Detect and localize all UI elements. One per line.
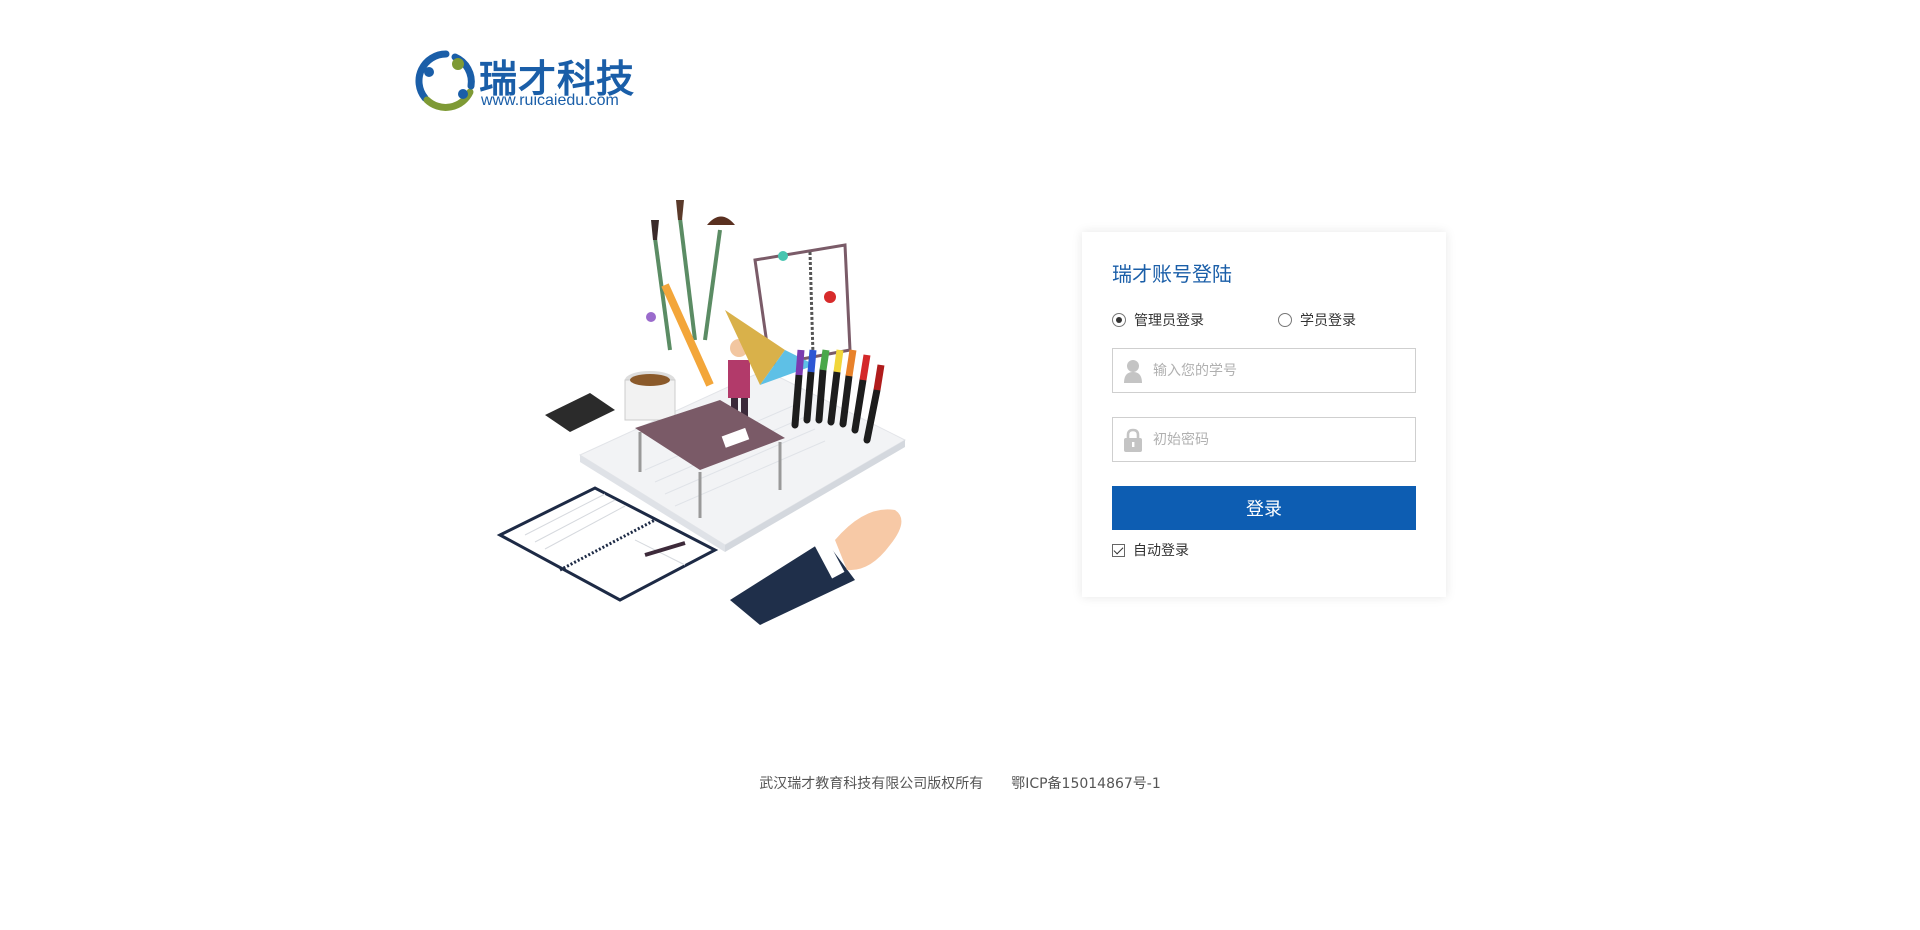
lock-icon xyxy=(1113,418,1153,461)
role-admin-label: 管理员登录 xyxy=(1134,313,1204,329)
auto-login-label: 自动登录 xyxy=(1133,543,1189,559)
role-student-label: 学员登录 xyxy=(1300,313,1356,329)
username-field xyxy=(1112,348,1416,393)
hero-illustration xyxy=(496,200,907,625)
user-icon xyxy=(1113,349,1153,392)
footer-icp: 鄂ICP备15014867号-1 xyxy=(1011,776,1161,792)
role-selector: 管理员登录 学员登录 xyxy=(1112,310,1432,330)
logo-mark-icon xyxy=(415,50,475,111)
footer: 武汉瑞才教育科技有限公司版权所有 鄂ICP备15014867号-1 xyxy=(0,773,1920,793)
footer-copyright: 武汉瑞才教育科技有限公司版权所有 xyxy=(759,776,984,792)
checkbox-checked-icon xyxy=(1112,543,1125,557)
brand-logo: 瑞才科技 www.ruicaiedu.com xyxy=(415,48,645,114)
radio-unchecked-icon xyxy=(1278,313,1292,327)
login-card: 瑞才账号登陆 管理员登录 学员登录 登录 xyxy=(1082,232,1446,597)
role-admin-radio[interactable]: 管理员登录 xyxy=(1112,310,1204,330)
brand-url: www.ruicaiedu.com xyxy=(481,92,619,109)
login-title: 瑞才账号登陆 xyxy=(1112,262,1232,286)
role-student-radio[interactable]: 学员登录 xyxy=(1278,310,1356,330)
username-input[interactable] xyxy=(1153,349,1415,392)
login-button[interactable]: 登录 xyxy=(1112,486,1416,530)
password-field xyxy=(1112,417,1416,462)
password-input[interactable] xyxy=(1153,418,1415,461)
radio-checked-icon xyxy=(1112,313,1126,327)
auto-login-checkbox[interactable]: 自动登录 xyxy=(1112,540,1189,560)
